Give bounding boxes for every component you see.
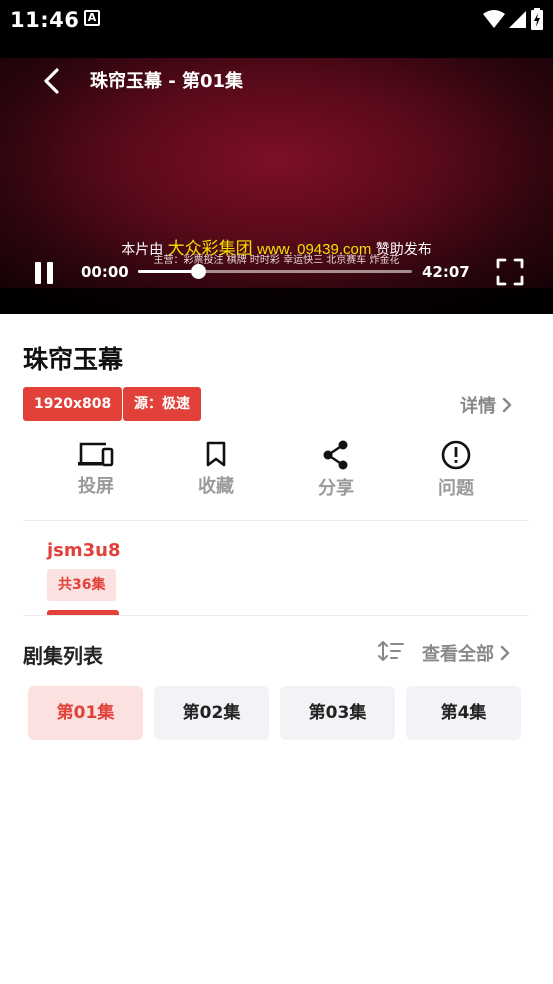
status-icons <box>483 8 543 30</box>
video-player[interactable]: 珠帘玉幕 - 第01集 本片由 大众彩集团 www. 09439.com 赞助发… <box>0 58 553 314</box>
divider <box>23 520 529 521</box>
alert-circle-icon <box>441 440 471 470</box>
details-label: 详情 <box>460 396 496 417</box>
report-button[interactable]: 问题 <box>396 440 516 500</box>
bookmark-icon <box>206 441 226 467</box>
current-time: 00:00 <box>81 263 129 281</box>
share-label: 分享 <box>318 478 354 499</box>
episode-button[interactable]: 第03集 <box>280 686 395 740</box>
player-bottom-shade <box>0 288 553 314</box>
episode-button[interactable]: 第01集 <box>28 686 143 740</box>
episode-list-heading: 剧集列表 <box>23 644 103 668</box>
status-time: 11:46 <box>10 8 80 32</box>
share-icon <box>323 440 348 470</box>
pause-icon <box>35 262 41 284</box>
progress-fill <box>138 270 199 273</box>
source-name[interactable]: jsm3u8 <box>47 540 121 561</box>
notification-icon: A <box>84 10 100 26</box>
view-all-label: 查看全部 <box>422 644 494 665</box>
details-link[interactable]: 详情 <box>460 392 512 418</box>
fullscreen-icon[interactable] <box>496 258 524 286</box>
chevron-right-icon <box>500 645 510 661</box>
report-label: 问题 <box>438 478 474 499</box>
cast-label: 投屏 <box>78 476 114 497</box>
resolution-tag: 1920x808 <box>23 387 123 421</box>
back-arrow-icon[interactable] <box>38 66 68 96</box>
episode-button[interactable]: 第02集 <box>154 686 269 740</box>
episode-count-badge: 共36集 <box>47 569 117 601</box>
favorite-label: 收藏 <box>198 476 234 497</box>
progress-slider[interactable] <box>138 264 412 279</box>
episode-button[interactable]: 第4集 <box>406 686 521 740</box>
pause-button[interactable] <box>34 262 54 284</box>
total-time: 42:07 <box>422 263 470 281</box>
share-button[interactable]: 分享 <box>276 440 396 500</box>
view-all-link[interactable]: 查看全部 <box>422 640 510 666</box>
chevron-right-icon <box>502 397 512 413</box>
progress-thumb[interactable] <box>191 264 207 279</box>
status-bar: 11:46 A <box>0 0 553 58</box>
pause-icon-bar <box>47 262 53 284</box>
sort-icon[interactable] <box>378 640 404 662</box>
favorite-button[interactable]: 收藏 <box>156 440 276 498</box>
cast-button[interactable]: 投屏 <box>36 440 156 498</box>
battery-icon <box>531 8 543 30</box>
divider <box>23 615 529 616</box>
video-title: 珠帘玉幕 - 第01集 <box>90 71 244 92</box>
cast-screen-icon <box>78 442 114 467</box>
action-bar: 投屏 收藏 分享 问题 <box>36 440 516 506</box>
source-tag[interactable]: 源：极速 <box>123 387 201 421</box>
wifi-icon <box>483 10 505 28</box>
drama-title: 珠帘玉幕 <box>23 345 124 374</box>
signal-icon <box>509 11 526 28</box>
